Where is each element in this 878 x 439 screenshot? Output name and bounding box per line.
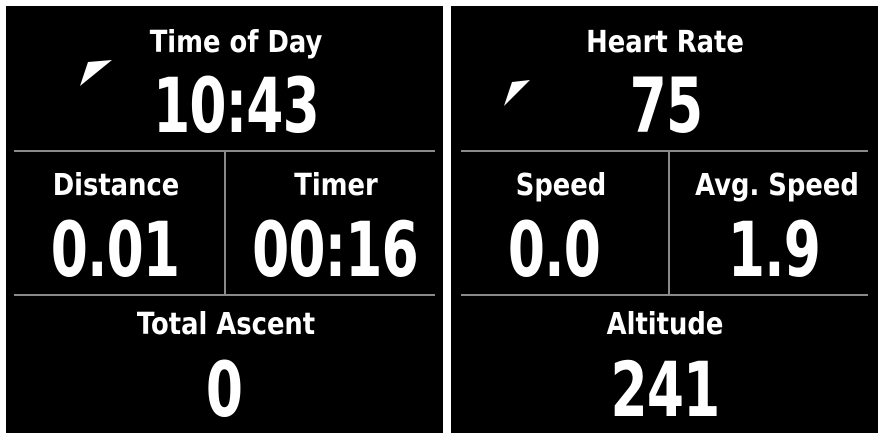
data-screen-1: Time of Day 10:43 Distance 0.01 Timer 00… xyxy=(6,6,443,433)
field-label-timer: Timer xyxy=(294,168,378,203)
field-value-speed: 0.0 xyxy=(507,205,601,294)
field-value-time-of-day: 10:43 xyxy=(153,61,320,150)
field-value-altitude: 241 xyxy=(610,345,720,433)
divider-vertical xyxy=(224,152,226,294)
field-label-distance: Distance xyxy=(52,168,180,203)
field-label-avg-speed: Avg. Speed xyxy=(695,168,859,203)
navigation-arrow-icon xyxy=(80,60,112,86)
data-screen-2: Heart Rate 75 Speed 0.0 Avg. Speed 1.9 A… xyxy=(451,6,878,433)
divider-vertical xyxy=(668,152,670,294)
divider-bottom xyxy=(14,294,435,296)
divider-bottom xyxy=(461,294,868,296)
field-label-heart-rate: Heart Rate xyxy=(586,25,744,60)
field-label-total-ascent: Total Ascent xyxy=(136,307,316,342)
field-label-speed: Speed xyxy=(515,168,607,203)
field-label-time-of-day: Time of Day xyxy=(149,25,323,60)
navigation-arrow-icon xyxy=(504,80,530,106)
field-value-distance: 0.01 xyxy=(50,205,180,294)
field-value-total-ascent: 0 xyxy=(205,345,243,433)
field-label-altitude: Altitude xyxy=(606,307,724,342)
field-value-timer: 00:16 xyxy=(252,205,419,294)
field-value-avg-speed: 1.9 xyxy=(727,205,821,294)
field-value-heart-rate: 75 xyxy=(629,61,703,150)
divider-top xyxy=(461,150,868,152)
